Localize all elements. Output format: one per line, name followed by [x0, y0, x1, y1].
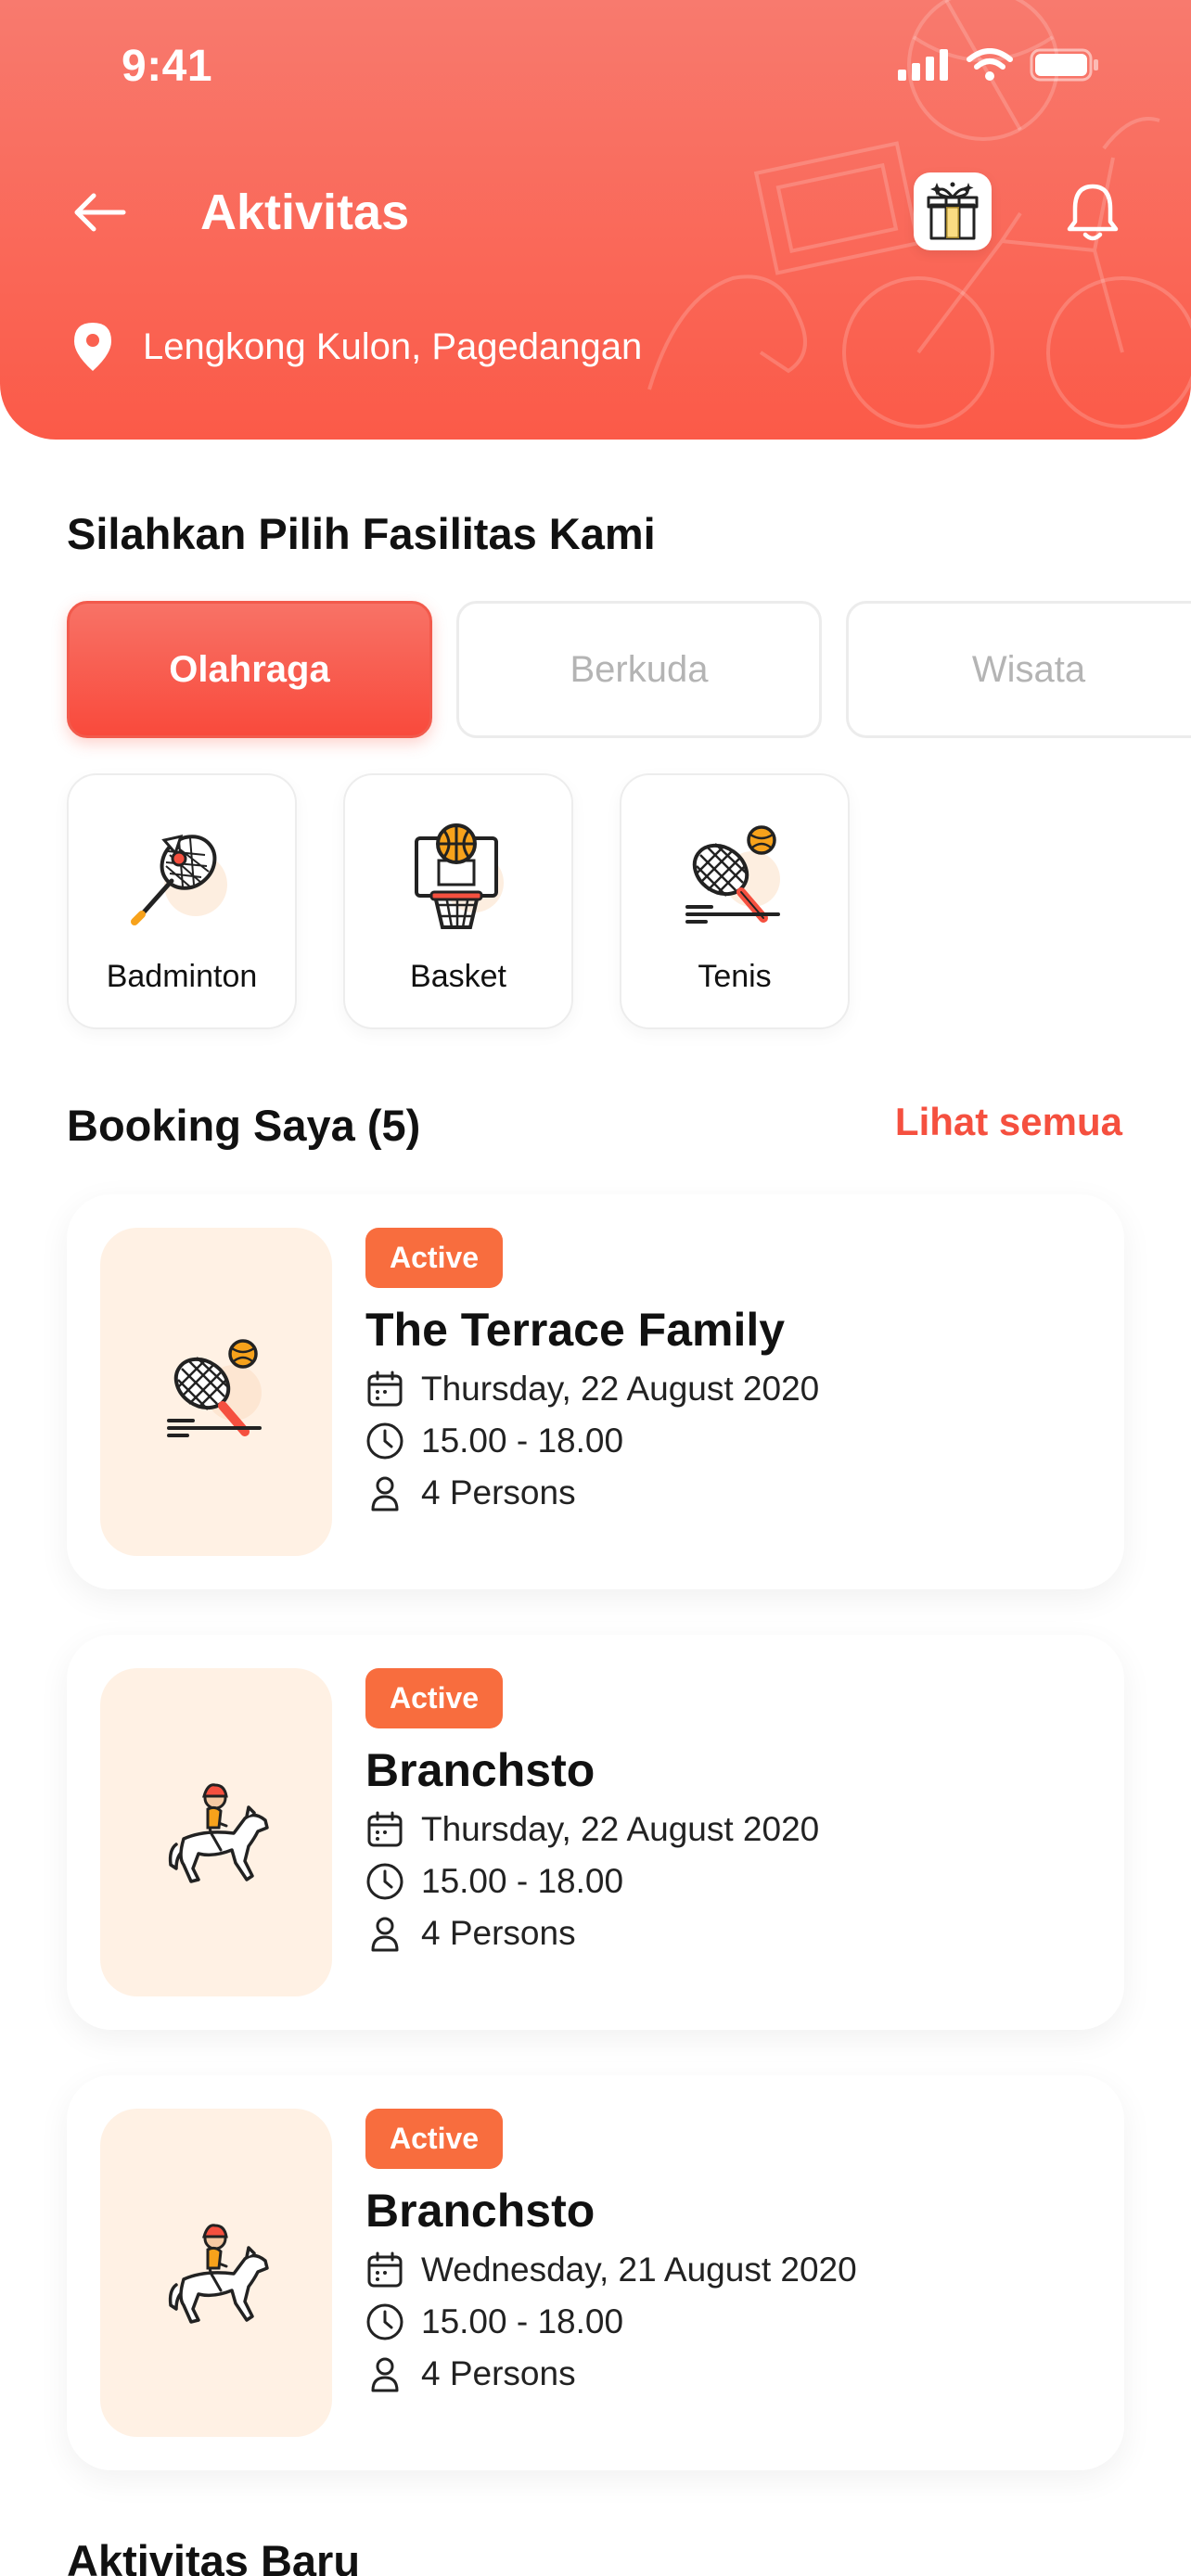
status-time: 9:41	[122, 42, 213, 91]
calendar-icon	[367, 2251, 403, 2288]
calendar-icon	[367, 1371, 403, 1407]
location-text: Lengkong Kulon, Pagedangan	[143, 325, 643, 367]
booking-card[interactable]: Active Branchsto Thursday, 22 August 202…	[67, 1635, 1124, 2030]
clock-icon	[366, 2303, 403, 2340]
facility-label: Basket	[410, 959, 506, 994]
gift-icon	[927, 182, 979, 240]
facility-label: Badminton	[106, 959, 258, 994]
status-badge: Active	[365, 2109, 504, 2169]
person-icon	[371, 1476, 399, 1511]
facility-tenis[interactable]: Tenis	[620, 773, 850, 1029]
battery-icon	[1030, 48, 1098, 82]
tab-berkuda[interactable]: Berkuda	[456, 601, 822, 738]
status-icons	[898, 48, 1100, 82]
booking-info: Active The Terrace Family Thursday, 22 A…	[365, 1228, 819, 1512]
horse-riding-icon	[168, 2224, 269, 2324]
booking-date: Wednesday, 21 August 2020	[421, 2251, 857, 2289]
booking-card[interactable]: Active Branchsto Wednesday, 21 August 20…	[67, 2075, 1124, 2470]
tennis-icon	[685, 825, 780, 924]
cellular-signal-icon	[898, 49, 948, 81]
clock-icon	[366, 1863, 403, 1900]
bell-icon	[1067, 184, 1119, 241]
map-pin-icon	[74, 323, 111, 371]
person-icon	[371, 2357, 399, 2392]
facility-section-title: Silahkan Pilih Fasilitas Kami	[67, 509, 656, 558]
booking-thumbnail	[100, 2109, 332, 2437]
facility-label: Tenis	[698, 959, 772, 994]
booking-time-row: 15.00 - 18.00	[365, 2302, 857, 2341]
wifi-icon	[967, 48, 1013, 81]
booking-persons-row: 4 Persons	[365, 1473, 819, 1512]
location[interactable]: Lengkong Kulon, Pagedangan	[70, 321, 642, 373]
bookings-section-title: Booking Saya (5)	[67, 1101, 421, 1150]
booking-time-row: 15.00 - 18.00	[365, 1862, 819, 1901]
booking-date: Thursday, 22 August 2020	[421, 1370, 820, 1408]
status-badge: Active	[365, 1228, 504, 1288]
calendar-icon	[367, 1811, 403, 1847]
booking-thumbnail	[100, 1228, 332, 1556]
tab-olahraga[interactable]: Olahraga	[67, 601, 432, 738]
status-badge: Active	[365, 1668, 504, 1728]
booking-card[interactable]: Active The Terrace Family Thursday, 22 A…	[67, 1194, 1124, 1589]
gift-button[interactable]	[914, 172, 992, 250]
header: 9:41 Aktivitas Lengkong Kulon, Pagedanga…	[0, 0, 1191, 440]
booking-persons: 4 Persons	[421, 1473, 576, 1511]
facility-badminton[interactable]: Badminton	[67, 773, 297, 1029]
facility-basket[interactable]: Basket	[343, 773, 573, 1029]
booking-time-row: 15.00 - 18.00	[365, 1422, 819, 1460]
person-icon	[371, 1917, 399, 1952]
arrow-left-icon	[74, 193, 126, 232]
new-activities-section-title: Aktivitas Baru	[67, 2536, 361, 2576]
booking-thumbnail	[100, 1668, 332, 1996]
booking-name: The Terrace Family	[365, 1304, 786, 1356]
badminton-icon	[131, 834, 227, 925]
booking-persons: 4 Persons	[421, 2354, 576, 2392]
booking-date: Thursday, 22 August 2020	[421, 1810, 820, 1848]
booking-time: 15.00 - 18.00	[421, 1862, 624, 1900]
booking-date-row: Thursday, 22 August 2020	[365, 1810, 819, 1849]
notification-button[interactable]	[1057, 176, 1128, 247]
booking-info: Active Branchsto Thursday, 22 August 202…	[365, 1668, 819, 1953]
booking-name: Branchsto	[365, 2185, 596, 2237]
tab-wisata[interactable]: Wisata	[846, 601, 1191, 738]
see-all-link[interactable]: Lihat semua	[895, 1100, 1122, 1144]
tennis-icon	[167, 1339, 262, 1437]
booking-persons-row: 4 Persons	[365, 2354, 857, 2393]
booking-info: Active Branchsto Wednesday, 21 August 20…	[365, 2109, 857, 2393]
booking-name: Branchsto	[365, 1744, 596, 1796]
booking-date-row: Thursday, 22 August 2020	[365, 1370, 819, 1409]
booking-time: 15.00 - 18.00	[421, 2302, 624, 2340]
booking-persons-row: 4 Persons	[365, 1914, 819, 1953]
booking-time: 15.00 - 18.00	[421, 1422, 624, 1460]
category-tabs: Olahraga Berkuda Wisata	[67, 601, 1191, 738]
back-button[interactable]	[69, 182, 130, 243]
clock-icon	[366, 1422, 403, 1460]
horse-riding-icon	[168, 1783, 269, 1883]
facility-list: Badminton Basket Tenis	[67, 773, 850, 1029]
page-title: Aktivitas	[200, 185, 410, 240]
booking-date-row: Wednesday, 21 August 2020	[365, 2251, 857, 2289]
booking-persons: 4 Persons	[421, 1914, 576, 1952]
basketball-icon	[415, 823, 504, 929]
